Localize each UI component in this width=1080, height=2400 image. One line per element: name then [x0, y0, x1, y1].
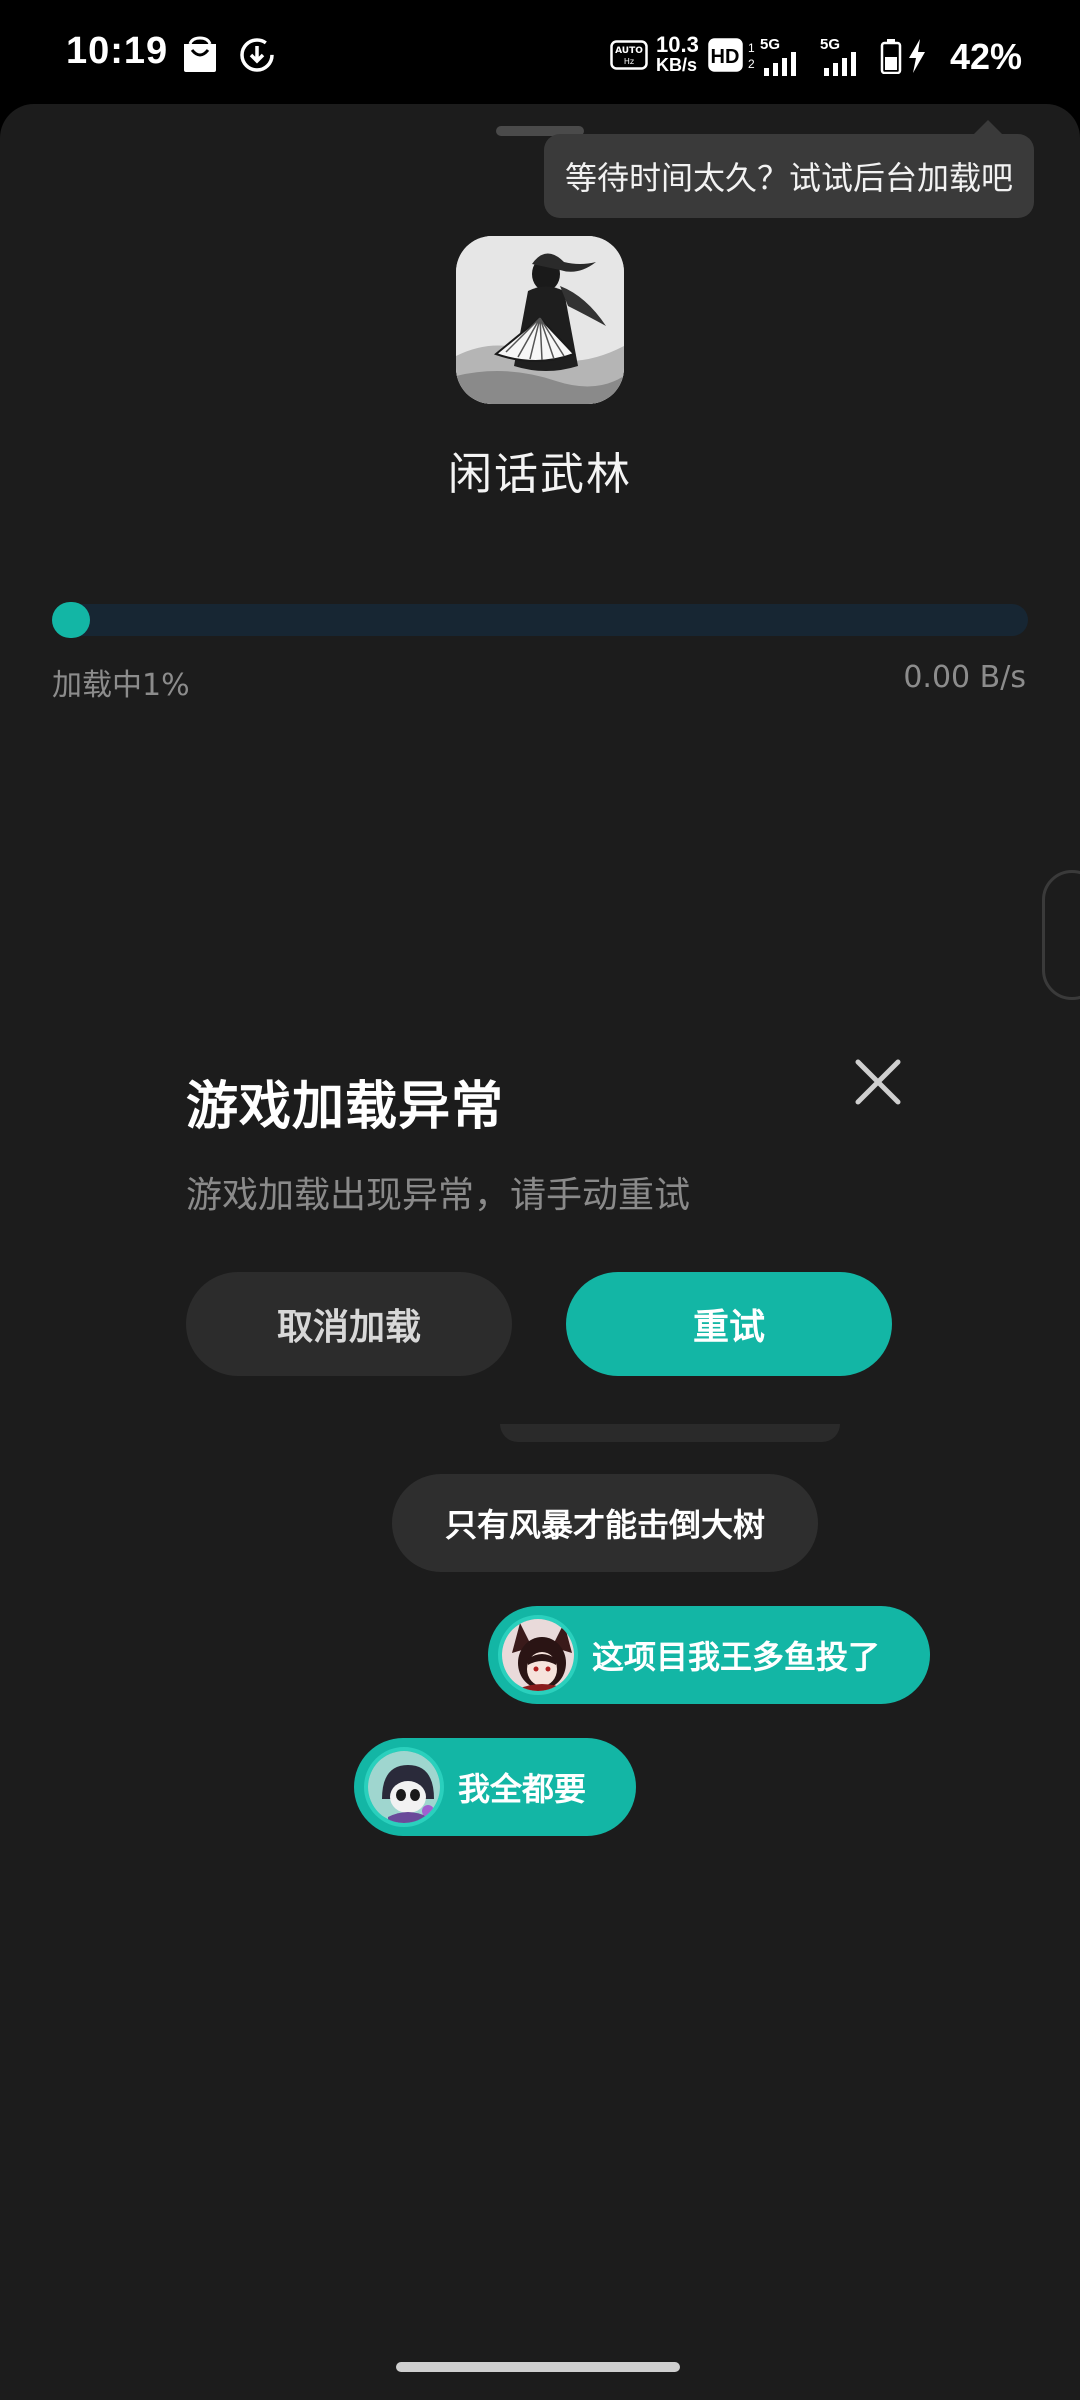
- progress-text: 加载中1%: [52, 668, 190, 703]
- battery-icon: [880, 39, 902, 74]
- cancel-load-button[interactable]: 取消加载: [186, 1272, 512, 1376]
- download-speed-text: 0.00 B/s: [903, 660, 1026, 695]
- download-icon: [240, 38, 274, 72]
- danmaku-bubble: 这项目我王多鱼投了: [488, 1606, 930, 1704]
- hidden-bubble-edge: [500, 1424, 840, 1442]
- charging-icon: [909, 39, 925, 73]
- svg-text:AUTO: AUTO: [615, 46, 643, 56]
- swordsman-art-icon: [456, 236, 624, 404]
- danmaku-bubble: 只有风暴才能击倒大树: [392, 1474, 818, 1572]
- progress-bar-fill: [52, 602, 90, 638]
- auto-hz-icon: AUTO Hz: [610, 40, 648, 70]
- progress-bar-track: [52, 604, 1028, 636]
- svg-text:HD: HD: [711, 46, 740, 68]
- signal-icon: [824, 52, 856, 76]
- network-speed: 10.3 KB/s: [656, 34, 699, 76]
- home-indicator[interactable]: [396, 2362, 680, 2372]
- dialog-message: 游戏加载出现异常，请手动重试: [186, 1175, 691, 1216]
- signal-icon: [764, 52, 796, 76]
- fox-girl-avatar: [498, 1615, 578, 1695]
- svg-text:1: 1: [748, 41, 755, 55]
- network-speed-value: 10.3: [656, 32, 699, 57]
- status-time: 10:19: [66, 30, 169, 72]
- game-title: 闲话武林: [448, 449, 632, 500]
- danmaku-bubble: 我全都要: [354, 1738, 636, 1836]
- status-bar: 10:19 AUTO Hz 10.3 KB/s HD 1 2 5G 5G 42%: [0, 0, 1080, 104]
- danmaku-text: 我全都要: [458, 1770, 587, 1808]
- danmaku-text: 这项目我王多鱼投了: [592, 1638, 881, 1676]
- close-icon[interactable]: [850, 1054, 906, 1110]
- battery-percent: 42%: [950, 36, 1023, 77]
- retry-button[interactable]: 重试: [566, 1272, 892, 1376]
- shopping-bag-icon: [184, 36, 216, 72]
- svg-text:2: 2: [748, 57, 755, 71]
- game-icon: [456, 236, 624, 404]
- network-speed-unit: KB/s: [656, 55, 698, 75]
- danmaku-text: 只有风暴才能击倒大树: [444, 1506, 765, 1544]
- skull-character-avatar: [364, 1747, 444, 1827]
- background-load-tooltip[interactable]: 等待时间太久？试试后台加载吧: [544, 134, 1034, 218]
- svg-text:Hz: Hz: [624, 57, 634, 66]
- side-drawer-handle[interactable]: [1042, 870, 1080, 1000]
- dialog-title: 游戏加载异常: [186, 1077, 505, 1137]
- hd-icon: HD 1 2: [708, 38, 755, 72]
